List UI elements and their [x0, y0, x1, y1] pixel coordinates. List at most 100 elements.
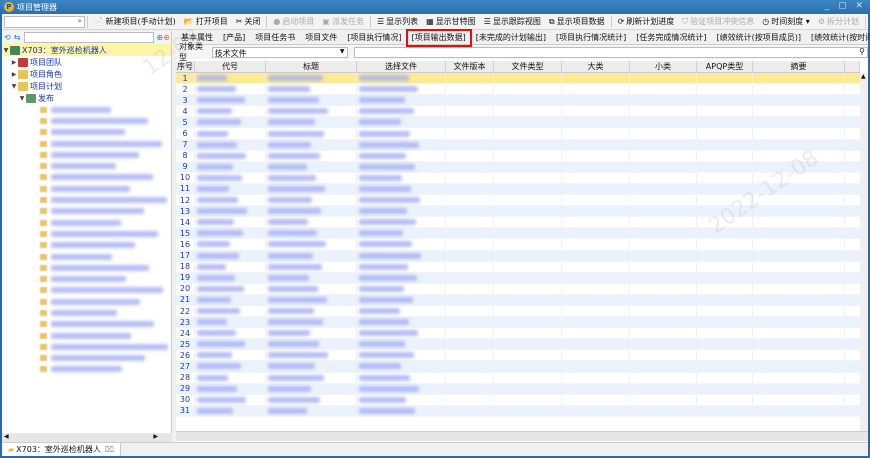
tree-leaf[interactable] — [2, 194, 171, 205]
search-icon[interactable]: ⚲ — [859, 47, 865, 56]
tree-leaf[interactable] — [2, 115, 171, 126]
grid-search-input[interactable]: ⚲ — [353, 46, 868, 58]
table-row[interactable]: 19 — [176, 272, 860, 284]
tree-leaf[interactable] — [2, 307, 171, 318]
add-orange-icon[interactable]: ⊕ — [163, 33, 170, 42]
table-row[interactable]: 7 — [176, 139, 860, 151]
tree-leaf[interactable] — [2, 160, 171, 171]
project-combo[interactable]: » — [4, 15, 85, 28]
tree-leaf[interactable] — [2, 127, 171, 138]
table-row[interactable]: 22 — [176, 305, 860, 318]
table-row[interactable]: 6 — [176, 128, 860, 140]
toolbar-button-3[interactable]: ● 启动项目 — [269, 15, 318, 29]
tab-7[interactable]: [项目执行情况统计] — [551, 31, 631, 45]
table-row[interactable]: 13 — [176, 206, 860, 218]
tab-3[interactable]: 项目文件 — [300, 31, 342, 45]
document-tab[interactable]: ▰ X703：室外巡检机器人 ⌧ — [2, 443, 122, 456]
table-row[interactable]: 23 — [176, 317, 860, 329]
toolbar-button-0[interactable]: 📄 新建项目(手动计划) — [90, 15, 180, 29]
table-row[interactable]: 24 — [176, 328, 860, 340]
tab-2[interactable]: 项目任务书 — [250, 31, 300, 45]
table-row[interactable]: 8 — [176, 150, 860, 162]
expand-icon[interactable]: ⇆ — [14, 33, 21, 42]
toolbar-button-12[interactable]: ⚙ 拆分计划 — [814, 15, 863, 29]
column-header[interactable]: 小类 — [630, 61, 697, 72]
toolbar-button-6[interactable]: ▦ 显示甘特图 — [422, 15, 480, 29]
column-header[interactable]: APQP类型 — [697, 61, 753, 72]
toolbar-button-2[interactable]: ✂ 关闭 — [232, 15, 265, 29]
table-row[interactable]: 15 — [176, 228, 860, 240]
tree-leaf[interactable] — [2, 240, 171, 251]
table-row[interactable]: 10 — [176, 172, 860, 184]
tab-9[interactable]: [绩效统计(按项目成员)] — [712, 31, 806, 45]
tree-leaf[interactable] — [2, 341, 171, 352]
table-row[interactable]: 17 — [176, 250, 860, 262]
column-header[interactable]: 摘要 — [753, 61, 845, 72]
tree-node-team[interactable]: ▶ 项目团队 — [2, 56, 171, 68]
column-header[interactable]: 标题 — [266, 61, 357, 72]
table-row[interactable]: 3 — [176, 95, 860, 107]
tab-5[interactable]: [项目输出数据] — [405, 28, 472, 47]
tree-leaf[interactable] — [2, 353, 171, 364]
column-header[interactable]: 序号 — [176, 61, 195, 72]
tab-4[interactable]: [项目执行情况] — [342, 31, 406, 45]
table-row[interactable]: 11 — [176, 183, 860, 196]
tree-leaf[interactable] — [2, 149, 171, 160]
tree-horizontal-scrollbar[interactable]: ◀ ▶ — [2, 433, 172, 442]
tree-leaf[interactable] — [2, 251, 171, 262]
toolbar-button-5[interactable]: ☰ 显示列表 — [373, 15, 422, 29]
tree-leaf[interactable] — [2, 285, 171, 296]
tree-leaf[interactable] — [2, 217, 171, 228]
table-row[interactable]: 14 — [176, 217, 860, 229]
tree-node-root[interactable]: ▼ X703：室外巡检机器人 — [2, 44, 171, 56]
table-row[interactable]: 2 — [176, 84, 860, 96]
object-type-select[interactable]: 技术文件 ▼ — [211, 46, 348, 58]
table-row[interactable]: 9 — [176, 161, 860, 173]
toolbar-button-11[interactable]: ◷ 时间刻度 ▾ — [758, 15, 814, 29]
table-row[interactable]: 27 — [176, 361, 860, 373]
toolbar-button-1[interactable]: 📂 打开项目 — [180, 15, 232, 29]
table-row[interactable]: 29 — [176, 383, 860, 395]
table-row[interactable]: 30 — [176, 394, 860, 406]
table-row[interactable]: 28 — [176, 372, 860, 384]
table-row[interactable]: 26 — [176, 350, 860, 362]
grid-horizontal-scrollbar[interactable] — [176, 431, 868, 441]
toolbar-button-8[interactable]: ⧉ 显示项目数据 — [545, 15, 609, 29]
table-row[interactable]: 4 — [176, 106, 860, 118]
add-icon[interactable]: ⊕ — [156, 33, 163, 42]
table-row[interactable]: 25 — [176, 339, 860, 351]
toolbar-button-7[interactable]: ☰ 显示跟踪视图 — [480, 15, 545, 29]
tree-leaf[interactable] — [2, 206, 171, 217]
column-header[interactable]: 文件类型 — [494, 61, 562, 72]
column-header[interactable]: 代号 — [195, 61, 266, 72]
tree-leaf[interactable] — [2, 172, 171, 183]
table-row[interactable]: 20 — [176, 283, 860, 295]
grid-vertical-scrollbar[interactable]: ▲ — [860, 73, 868, 431]
column-header[interactable]: 大类 — [562, 61, 630, 72]
table-row[interactable]: 1 — [176, 73, 860, 85]
tab-6[interactable]: [未完成的计划输出] — [471, 31, 551, 45]
toolbar-button-10[interactable]: ⛉ 验证项目冲突信息 — [678, 15, 758, 29]
tree-node-plan[interactable]: ▼ 项目计划 — [2, 80, 171, 92]
toolbar-button-4[interactable]: ▣ 派发任务 — [318, 15, 368, 29]
table-row[interactable]: 16 — [176, 239, 860, 251]
tree-leaf[interactable] — [2, 104, 171, 115]
refresh-icon[interactable]: ⟲ — [4, 33, 11, 42]
tree-leaf[interactable] — [2, 319, 171, 330]
tree-leaf[interactable] — [2, 330, 171, 341]
tree-node-role[interactable]: ▶ 项目角色 — [2, 68, 171, 80]
tab-8[interactable]: [任务完成情况统计] — [631, 31, 711, 45]
table-row[interactable]: 31 — [176, 405, 860, 417]
tree-node-publish[interactable]: ▼ 发布 — [2, 92, 171, 104]
table-row[interactable]: 21 — [176, 294, 860, 306]
tree-leaf[interactable] — [2, 138, 171, 149]
window-controls[interactable]: _ ▢ ✕ — [825, 1, 866, 11]
tree-leaf[interactable] — [2, 228, 171, 239]
tree-leaf[interactable] — [2, 183, 171, 194]
column-header[interactable]: 选择文件 — [357, 61, 446, 72]
tree-leaf[interactable] — [2, 262, 171, 273]
tab-1[interactable]: [产品] — [218, 31, 250, 45]
table-row[interactable]: 18 — [176, 261, 860, 273]
table-row[interactable]: 12 — [176, 195, 860, 207]
tree-leaf[interactable] — [2, 364, 171, 375]
